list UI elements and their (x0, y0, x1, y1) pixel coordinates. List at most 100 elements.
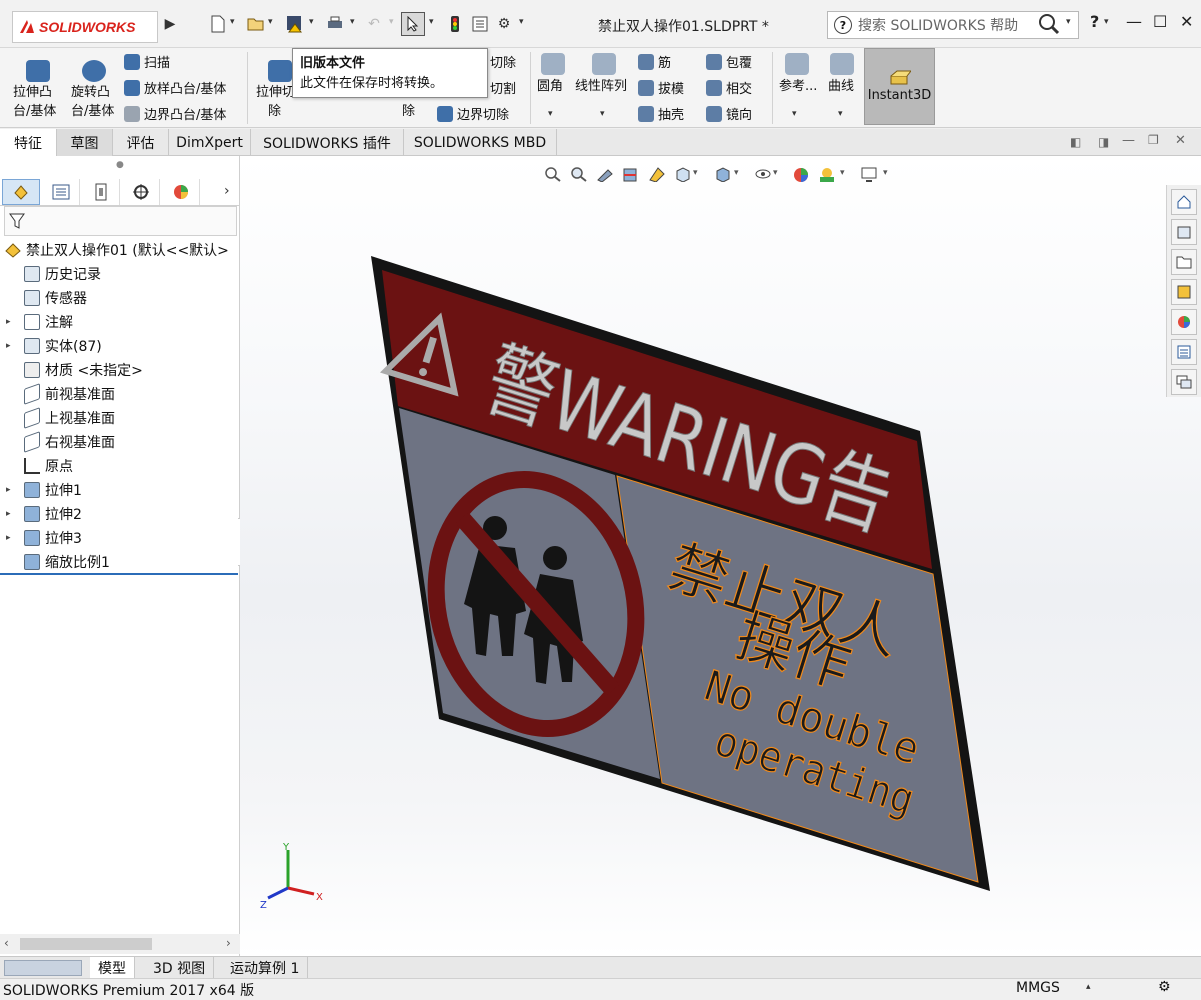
search-icon[interactable] (1037, 12, 1061, 36)
solidworks-resources-icon[interactable] (1171, 189, 1197, 215)
maximize-icon[interactable]: ☐ (1153, 12, 1167, 31)
panel-grip-icon[interactable]: ● (116, 160, 124, 170)
wrap-button[interactable]: 包覆 (706, 52, 752, 71)
configuration-manager-tab-icon[interactable] (82, 179, 120, 205)
dimxpert-manager-tab-icon[interactable] (122, 179, 160, 205)
tile-right-icon[interactable]: ◨ (1098, 135, 1109, 149)
tree-item-sensors[interactable]: 传感器 (0, 286, 87, 310)
tree-item-top-plane[interactable]: 上视基准面 (0, 406, 115, 430)
extrude-boss-label-1[interactable]: 拉伸凸 (13, 81, 52, 100)
tree-item-history[interactable]: 历史记录 (0, 262, 101, 286)
options-gear-icon[interactable]: ⚙ (494, 14, 514, 34)
scroll-left-icon[interactable]: ‹ (4, 936, 9, 950)
open-folder-icon[interactable] (246, 14, 266, 34)
cut-label-partial[interactable]: 除 (402, 100, 415, 119)
solidworks-logo[interactable]: SOLIDWORKS (12, 11, 158, 43)
tree-item-extrude1[interactable]: ▸ 拉伸1 (0, 478, 82, 502)
tab-evaluate[interactable]: 评估 (113, 129, 169, 156)
revolve-boss-label-1[interactable]: 旋转凸 (71, 81, 110, 100)
tree-item-material[interactable]: 材质 <未指定> (0, 358, 143, 382)
expand-arrow-icon[interactable]: ▸ (6, 509, 16, 519)
sweep-cut-partial[interactable]: 切除 (490, 52, 516, 71)
tab-mbd[interactable]: SOLIDWORKS MBD (404, 129, 557, 156)
revolve-boss-icon[interactable] (82, 60, 106, 82)
new-document-icon[interactable] (208, 14, 228, 34)
units-dropdown-icon[interactable]: ▴ (1086, 982, 1091, 992)
reference-geometry-icon[interactable] (785, 53, 809, 75)
forum-icon[interactable] (1171, 369, 1197, 395)
tree-item-extrude2[interactable]: ▸ 拉伸2 (0, 502, 82, 526)
extrude-cut-label-1[interactable]: 拉伸切 (256, 81, 295, 100)
revolve-boss-label-2[interactable]: 台/基体 (71, 100, 114, 119)
extrude-cut-label-2[interactable]: 除 (268, 100, 281, 119)
tile-left-icon[interactable]: ◧ (1070, 135, 1081, 149)
help-button[interactable]: ? (1090, 12, 1099, 31)
property-manager-tab-icon[interactable] (42, 179, 80, 205)
print-dropdown-icon[interactable]: ▾ (350, 17, 355, 27)
view-palette-icon[interactable] (1171, 279, 1197, 305)
file-explorer-icon[interactable] (1171, 249, 1197, 275)
fillet-label[interactable]: 圆角 (537, 75, 563, 94)
extrude-cut-icon[interactable] (268, 60, 292, 82)
tree-item-extrude3[interactable]: ▸ 拉伸3 (0, 526, 82, 550)
filter-icon[interactable] (9, 213, 25, 229)
loft-boss-button[interactable]: 放样凸台/基体 (124, 78, 226, 97)
print-icon[interactable] (325, 14, 345, 34)
tree-item-scale1[interactable]: 缩放比例1 (0, 550, 110, 574)
tab-sketch[interactable]: 草图 (57, 129, 113, 156)
rib-button[interactable]: 筋 (638, 52, 671, 71)
tree-item-right-plane[interactable]: 右视基准面 (0, 430, 115, 454)
appearances-icon[interactable] (1171, 309, 1197, 335)
expand-menu-icon[interactable]: ▶ (160, 14, 180, 34)
boundary-cut-button[interactable]: 边界切除 (437, 104, 509, 123)
design-library-icon[interactable] (1171, 219, 1197, 245)
doc-minimize-icon[interactable]: — (1122, 133, 1135, 148)
curves-icon[interactable] (830, 53, 854, 75)
save-dropdown-icon[interactable]: ▾ (309, 17, 314, 27)
tree-item-annotations[interactable]: ▸ 注解 (0, 310, 73, 334)
units-selector[interactable]: MMGS (1016, 980, 1060, 996)
help-dropdown-icon[interactable]: ▾ (1104, 17, 1109, 27)
rollback-bar[interactable] (0, 573, 238, 575)
undo-icon[interactable]: ↶ (364, 14, 384, 34)
extrude-boss-label-2[interactable]: 台/基体 (13, 100, 56, 119)
tab-3d-view[interactable]: 3D 视图 (145, 957, 215, 979)
tab-dimxpert[interactable]: DimXpert (169, 129, 251, 156)
options-dropdown-icon[interactable]: ▾ (519, 17, 524, 27)
pattern-dropdown-icon[interactable]: ▾ (600, 109, 605, 119)
traffic-light-icon[interactable] (445, 14, 465, 34)
tab-scroll-buttons[interactable] (4, 960, 82, 976)
intersect-button[interactable]: 相交 (706, 78, 752, 97)
sweep-button[interactable]: 扫描 (124, 52, 170, 71)
scroll-thumb[interactable] (20, 938, 152, 950)
reference-dropdown-icon[interactable]: ▾ (792, 109, 797, 119)
panel-more-icon[interactable]: › (224, 183, 230, 199)
doc-restore-icon[interactable]: ❐ (1148, 133, 1159, 147)
linear-pattern-icon[interactable] (592, 53, 616, 75)
curves-dropdown-icon[interactable]: ▾ (838, 109, 843, 119)
fillet-icon[interactable] (541, 53, 565, 75)
minimize-icon[interactable]: — (1126, 12, 1142, 31)
shell-button[interactable]: 抽壳 (638, 104, 684, 123)
boundary-boss-button[interactable]: 边界凸台/基体 (124, 104, 226, 123)
undo-dropdown-icon[interactable]: ▾ (389, 17, 394, 27)
graphics-area[interactable]: ▾ ▾ ▾ ▾ ▾ 警WARING告 禁止双人 操作 No double ope… (240, 156, 1201, 956)
loft-cut-partial[interactable]: 切割 (490, 78, 516, 97)
tree-item-origin[interactable]: 原点 (0, 454, 73, 478)
expand-arrow-icon[interactable]: ▸ (6, 317, 16, 327)
tree-item-front-plane[interactable]: 前视基准面 (0, 382, 115, 406)
custom-properties-icon[interactable] (1171, 339, 1197, 365)
tab-addins[interactable]: SOLIDWORKS 插件 (251, 129, 404, 156)
status-options-icon[interactable]: ⚙ (1158, 979, 1171, 995)
search-dropdown-icon[interactable]: ▾ (1066, 17, 1071, 27)
reference-label[interactable]: 参考... (779, 75, 817, 94)
tree-root-part[interactable]: 禁止双人操作01 (默认<<默认> (0, 238, 229, 262)
fillet-dropdown-icon[interactable]: ▾ (548, 109, 553, 119)
select-cursor-icon[interactable] (401, 12, 425, 36)
display-manager-tab-icon[interactable] (162, 179, 200, 205)
tree-filter[interactable] (4, 206, 237, 236)
expand-arrow-icon[interactable]: ▸ (6, 485, 16, 495)
close-icon[interactable]: ✕ (1180, 12, 1193, 31)
save-warning-icon[interactable] (285, 14, 305, 34)
mirror-button[interactable]: 镜向 (706, 104, 752, 123)
